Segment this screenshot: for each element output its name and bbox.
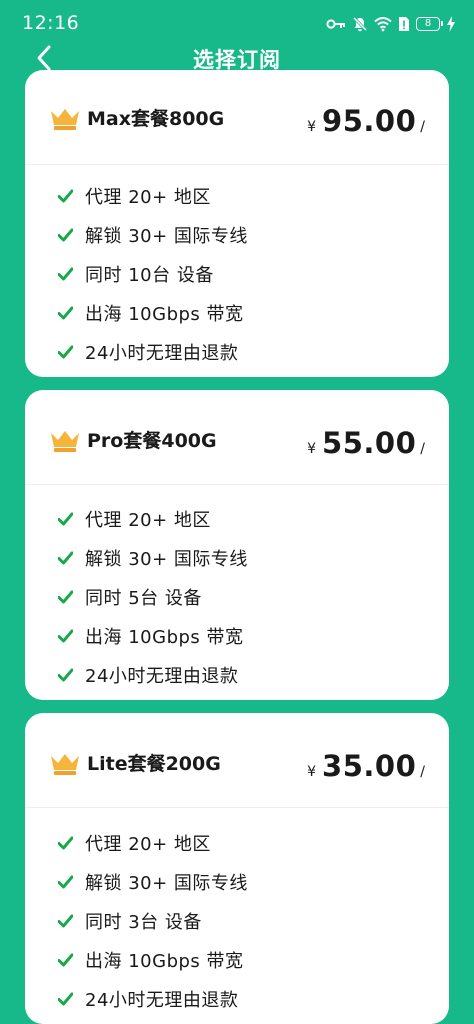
plan-price: ¥ 35.00 / [307, 749, 425, 783]
feature-item: 出海 10Gbps 带宽 [58, 298, 244, 328]
feature-item: 出海 10Gbps 带宽 [58, 945, 244, 975]
price-currency: ¥ [307, 119, 317, 135]
plan-header: Pro套餐400G ¥ 55.00 / [25, 390, 449, 485]
check-icon [58, 992, 73, 1006]
feature-item: 出海 10Gbps 带宽 [58, 621, 244, 651]
feature-item: 代理 20+ 地区 [58, 181, 211, 211]
price-amount: 55.00 [322, 426, 417, 460]
feature-text: 解锁 30+ 国际专线 [85, 873, 248, 894]
plan-card-max[interactable]: Max套餐800G ¥ 95.00 / 代理 20+ 地区 解锁 30+ 国际专… [25, 70, 449, 377]
price-suffix: / [420, 119, 425, 135]
feature-text: 24小时无理由退款 [85, 343, 239, 364]
price-amount: 35.00 [322, 749, 417, 783]
feature-text: 24小时无理由退款 [85, 666, 239, 687]
check-icon [58, 953, 73, 967]
check-icon [58, 914, 73, 928]
feature-item: 同时 5台 设备 [58, 582, 202, 612]
charging-icon [447, 16, 455, 32]
check-icon [58, 836, 73, 850]
plan-header: Lite套餐200G ¥ 35.00 / [25, 713, 449, 808]
feature-item: 24小时无理由退款 [58, 337, 238, 367]
crown-icon [51, 431, 79, 452]
feature-item: 解锁 30+ 国际专线 [58, 543, 248, 573]
feature-text: 出海 10Gbps 带宽 [85, 951, 244, 972]
feature-text: 代理 20+ 地区 [85, 834, 211, 855]
price-suffix: / [420, 764, 425, 780]
feature-text: 代理 20+ 地区 [85, 510, 211, 531]
status-icons: 8 [326, 14, 456, 34]
plan-card-lite[interactable]: Lite套餐200G ¥ 35.00 / 代理 20+ 地区 解锁 30+ 国际… [25, 713, 449, 1024]
battery-icon: 8 [416, 17, 443, 31]
feature-text: 解锁 30+ 国际专线 [85, 549, 248, 570]
feature-item: 代理 20+ 地区 [58, 504, 211, 534]
check-icon [58, 345, 73, 359]
check-icon [58, 629, 73, 643]
check-icon [58, 306, 73, 320]
check-icon [58, 267, 73, 281]
feature-text: 同时 10台 设备 [85, 265, 214, 286]
plan-name: Lite套餐200G [87, 753, 221, 775]
status-time: 12:16 [22, 12, 80, 34]
plan-header: Max套餐800G ¥ 95.00 / [25, 70, 449, 165]
feature-text: 24小时无理由退款 [85, 990, 239, 1011]
price-amount: 95.00 [322, 104, 417, 138]
key-icon [326, 19, 345, 29]
feature-item: 代理 20+ 地区 [58, 828, 211, 858]
feature-text: 出海 10Gbps 带宽 [85, 627, 244, 648]
wifi-icon [374, 17, 392, 32]
feature-text: 同时 3台 设备 [85, 912, 202, 933]
bell-muted-icon [352, 16, 368, 32]
check-icon [58, 228, 73, 242]
sim-alert-icon [399, 17, 409, 31]
check-icon [58, 512, 73, 526]
crown-icon [51, 109, 79, 130]
check-icon [58, 590, 73, 604]
feature-text: 代理 20+ 地区 [85, 187, 211, 208]
feature-text: 出海 10Gbps 带宽 [85, 304, 244, 325]
crown-icon [51, 754, 79, 775]
check-icon [58, 551, 73, 565]
plan-card-pro[interactable]: Pro套餐400G ¥ 55.00 / 代理 20+ 地区 解锁 30+ 国际专… [25, 390, 449, 700]
feature-item: 同时 10台 设备 [58, 259, 214, 289]
plan-name: Max套餐800G [87, 108, 225, 130]
plan-name: Pro套餐400G [87, 430, 217, 452]
price-currency: ¥ [307, 764, 317, 780]
feature-item: 解锁 30+ 国际专线 [58, 220, 248, 250]
price-currency: ¥ [307, 441, 317, 457]
check-icon [58, 875, 73, 889]
feature-item: 24小时无理由退款 [58, 984, 238, 1014]
plan-price: ¥ 55.00 / [307, 426, 425, 460]
feature-item: 解锁 30+ 国际专线 [58, 867, 248, 897]
feature-item: 24小时无理由退款 [58, 660, 238, 690]
price-suffix: / [420, 441, 425, 457]
check-icon [58, 189, 73, 203]
plan-price: ¥ 95.00 / [307, 104, 425, 138]
feature-item: 同时 3台 设备 [58, 906, 202, 936]
check-icon [58, 668, 73, 682]
feature-text: 同时 5台 设备 [85, 588, 202, 609]
status-bar: 12:16 8 [0, 0, 474, 36]
feature-text: 解锁 30+ 国际专线 [85, 226, 248, 247]
